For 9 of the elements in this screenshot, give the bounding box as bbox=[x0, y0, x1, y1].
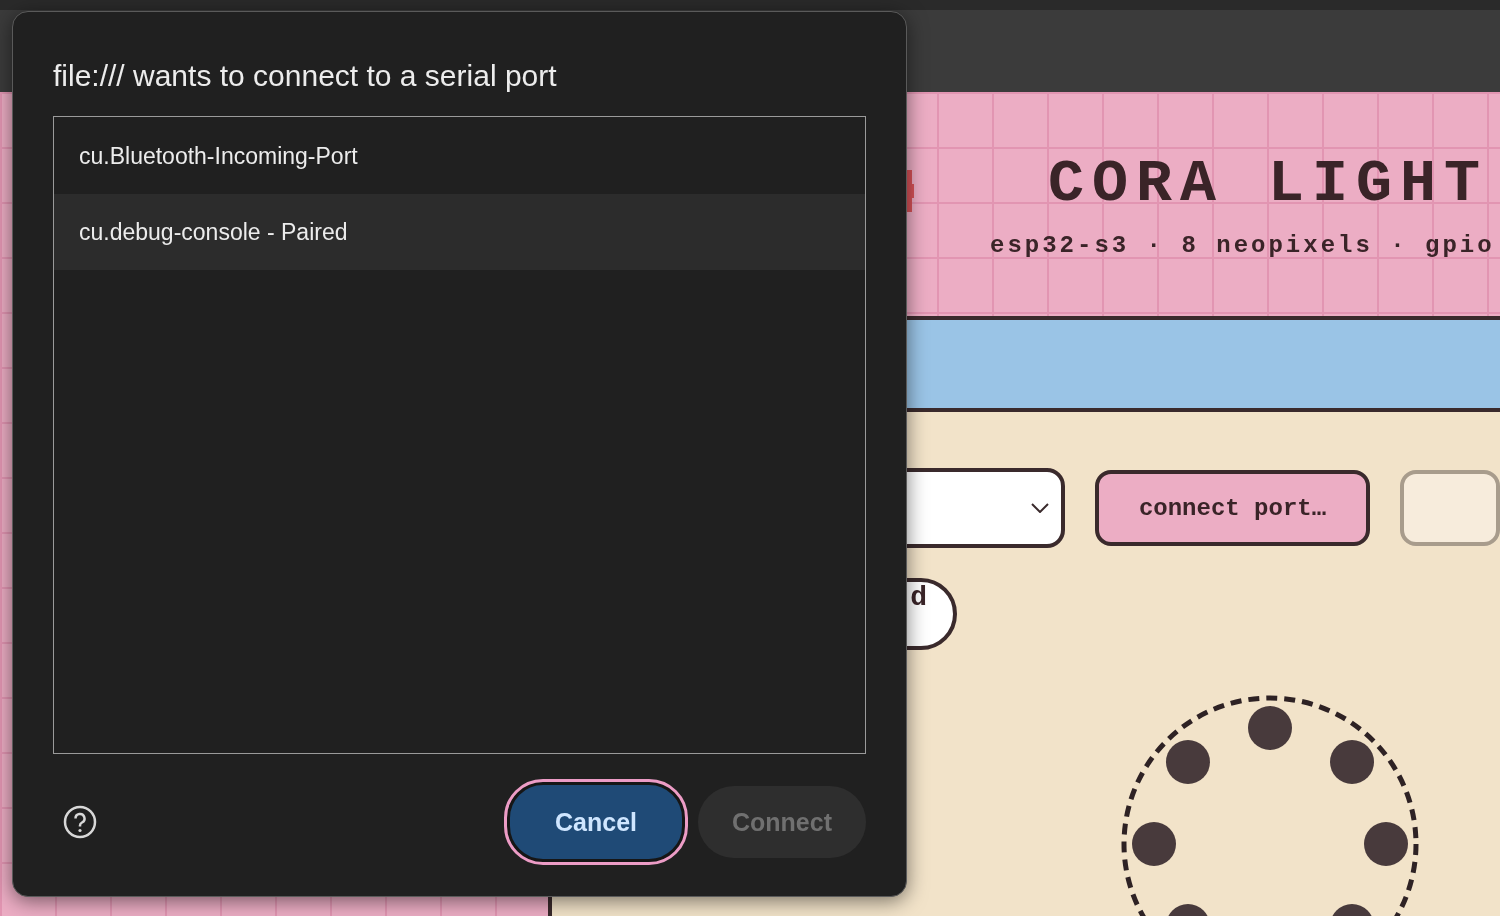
connect-port-button[interactable]: connect port… bbox=[1095, 470, 1370, 546]
dialog-title: file:/// wants to connect to a serial port bbox=[53, 58, 558, 94]
port-item[interactable]: cu.Bluetooth-Incoming-Port bbox=[54, 118, 865, 194]
chevron-down-icon bbox=[1031, 503, 1049, 513]
app-title: CORA LIGHT bbox=[1048, 152, 1490, 216]
port-item[interactable]: cu.debug-console - Paired bbox=[54, 194, 865, 270]
cancel-button[interactable]: Cancel bbox=[507, 782, 685, 862]
app-subtitle: esp32-s3 · 8 neopixels · gpio bbox=[990, 232, 1496, 260]
help-icon[interactable] bbox=[63, 805, 97, 839]
